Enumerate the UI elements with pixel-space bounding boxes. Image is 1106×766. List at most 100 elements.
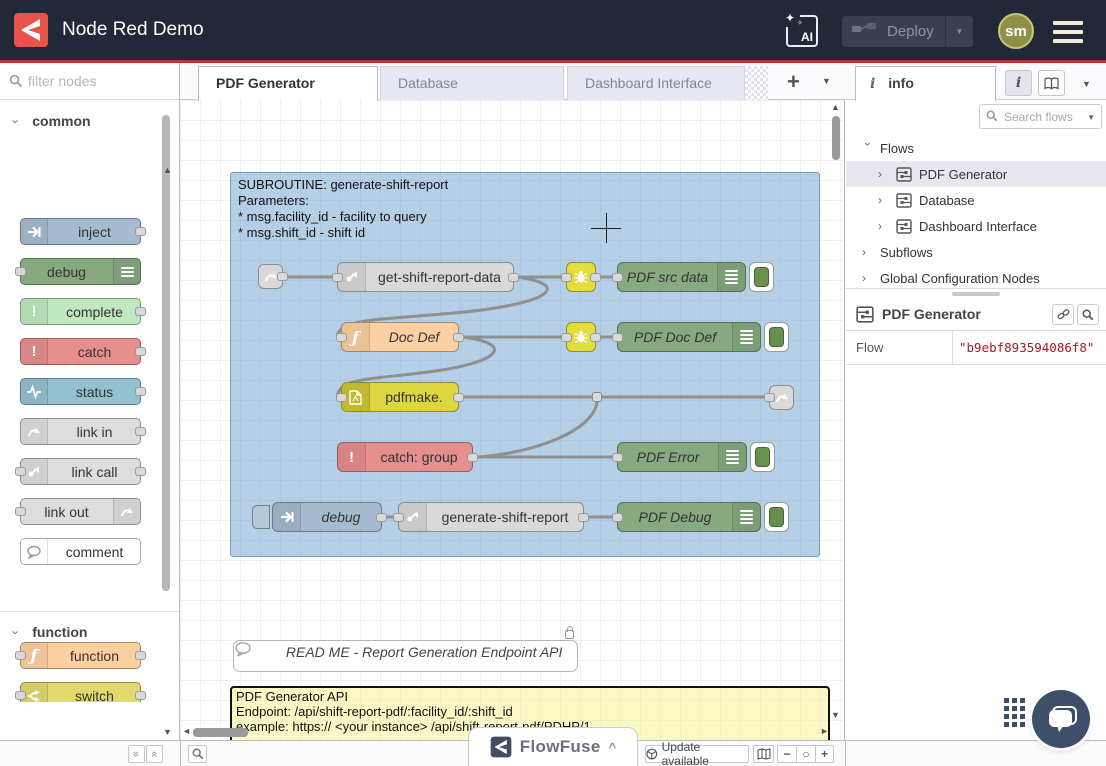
search-flow-button[interactable] bbox=[1077, 304, 1099, 325]
palette-node-inject[interactable]: inject bbox=[20, 218, 141, 245]
palette-node-switch[interactable]: switch bbox=[20, 682, 141, 702]
flow-node-debug-bug-1[interactable] bbox=[566, 262, 596, 292]
search-options-caret[interactable]: ▼ bbox=[1087, 113, 1095, 122]
scroll-down-arrow[interactable]: ▼ bbox=[163, 727, 172, 737]
node-port[interactable] bbox=[453, 393, 464, 402]
info-tab-button[interactable]: i bbox=[1005, 70, 1032, 96]
node-port bbox=[15, 651, 26, 660]
help-tab-button[interactable] bbox=[1038, 70, 1065, 96]
tree-item-flows[interactable]: › Flows bbox=[846, 135, 1106, 161]
tree-item-pdf-generator[interactable]: › PDF Generator bbox=[846, 161, 1106, 187]
node-port[interactable] bbox=[612, 513, 623, 522]
deploy-options-caret[interactable]: ▼ bbox=[945, 16, 973, 47]
property-value-flow-id: "b9ebf893594086f8" bbox=[959, 340, 1094, 355]
flow-canvas[interactable]: SUBROUTINE: generate-shift-report Parame… bbox=[180, 100, 845, 740]
node-port[interactable] bbox=[336, 333, 347, 342]
navigator-button[interactable] bbox=[753, 745, 774, 763]
user-avatar[interactable]: sm bbox=[998, 13, 1034, 49]
filter-nodes-input[interactable] bbox=[0, 63, 179, 99]
tree-item-subflows[interactable]: › Subflows bbox=[846, 239, 1106, 265]
node-port[interactable] bbox=[612, 273, 623, 282]
wire-junction[interactable] bbox=[592, 392, 602, 402]
update-available-button[interactable]: Update available bbox=[645, 745, 749, 763]
search-flows-input[interactable] bbox=[1004, 106, 1084, 127]
add-flow-button[interactable]: + bbox=[787, 69, 800, 95]
flow-node-inject-debug[interactable]: debug bbox=[272, 502, 382, 532]
flow-node-link-out[interactable] bbox=[769, 385, 794, 410]
flow-node-pdf-error[interactable]: PDF Error bbox=[617, 442, 747, 472]
node-port[interactable] bbox=[376, 513, 387, 522]
node-port[interactable] bbox=[612, 453, 623, 462]
wire[interactable] bbox=[479, 402, 597, 457]
sidebar-splitter[interactable] bbox=[846, 288, 1106, 298]
debug-toggle-button[interactable] bbox=[750, 442, 775, 472]
flow-node-pdf-debug[interactable]: PDF Debug bbox=[617, 502, 761, 532]
flow-node-debug-bug-2[interactable] bbox=[566, 322, 596, 352]
flow-node-link-in[interactable] bbox=[258, 264, 283, 289]
node-port[interactable] bbox=[578, 513, 589, 522]
zoom-in-button[interactable]: + bbox=[815, 745, 834, 763]
debug-toggle-button[interactable] bbox=[764, 502, 789, 532]
flow-node-doc-def[interactable]: ƒ Doc Def bbox=[341, 322, 459, 352]
ai-assistant-icon[interactable]: ✦ ✧ AI bbox=[786, 15, 818, 47]
flow-node-get-shift-report-data[interactable]: get-shift-report-data bbox=[337, 262, 514, 292]
tab-database[interactable]: Database bbox=[380, 66, 564, 101]
node-port[interactable] bbox=[612, 333, 623, 342]
node-port[interactable] bbox=[508, 273, 519, 282]
node-port[interactable] bbox=[590, 273, 601, 282]
palette-node-comment[interactable]: comment bbox=[20, 538, 141, 565]
flow-node-catch-group[interactable]: ! catch: group bbox=[337, 442, 473, 472]
palette-node-catch[interactable]: ! catch bbox=[20, 338, 141, 365]
flow-node-pdf-doc-def[interactable]: PDF Doc Def bbox=[617, 322, 761, 352]
palette-scrollbar[interactable] bbox=[162, 115, 170, 591]
palette-category-common[interactable]: › common bbox=[0, 101, 179, 133]
zoom-out-button[interactable]: − bbox=[777, 745, 796, 763]
flow-node-pdf-src-data[interactable]: PDF src data bbox=[617, 262, 746, 292]
tree-item-dashboard-interface[interactable]: › Dashboard Interface bbox=[846, 213, 1106, 239]
scroll-up-arrow[interactable]: ▲ bbox=[163, 165, 172, 175]
flow-node-generate-shift-report[interactable]: generate-shift-report bbox=[398, 502, 584, 532]
node-port[interactable] bbox=[764, 393, 775, 402]
palette-node-link-call[interactable]: link call bbox=[20, 458, 141, 485]
tab-list-caret[interactable]: ▼ bbox=[822, 76, 831, 86]
flow-node-pdfmake[interactable]: pdfmake. bbox=[341, 382, 459, 412]
inject-button[interactable] bbox=[252, 505, 270, 529]
palette-node-function[interactable]: ƒ function bbox=[20, 642, 141, 669]
chat-button[interactable] bbox=[1032, 690, 1090, 748]
debug-toggle-button[interactable] bbox=[749, 262, 774, 292]
sidebar-tab-info[interactable]: i info bbox=[855, 66, 996, 101]
palette-expand-all-button[interactable]: « bbox=[146, 745, 163, 763]
node-port[interactable] bbox=[453, 333, 464, 342]
node-port[interactable] bbox=[590, 333, 601, 342]
node-port[interactable] bbox=[561, 333, 572, 342]
canvas-hscrollbar[interactable] bbox=[193, 728, 248, 737]
palette-node-status[interactable]: status bbox=[20, 378, 141, 405]
node-port[interactable] bbox=[277, 272, 288, 281]
node-port[interactable] bbox=[393, 513, 404, 522]
zoom-reset-button[interactable]: ○ bbox=[796, 745, 815, 763]
flow-node-comment-readme[interactable]: READ ME - Report Generation Endpoint API bbox=[233, 640, 578, 672]
tree-item-database[interactable]: › Database bbox=[846, 187, 1106, 213]
palette-node-link-in[interactable]: link in bbox=[20, 418, 141, 445]
sidebar-options-caret[interactable]: ▼ bbox=[1082, 79, 1091, 89]
node-port[interactable] bbox=[561, 273, 572, 282]
tab-pdf-generator[interactable]: PDF Generator bbox=[198, 66, 378, 101]
node-port[interactable] bbox=[332, 273, 343, 282]
debug-toggle-button[interactable] bbox=[764, 322, 789, 352]
canvas-vscrollbar[interactable] bbox=[832, 116, 840, 160]
tab-dashboard-interface[interactable]: Dashboard Interface bbox=[567, 66, 745, 101]
palette-node-complete[interactable]: ! complete bbox=[20, 298, 141, 325]
main-menu-icon[interactable] bbox=[1053, 21, 1083, 43]
node-port[interactable] bbox=[467, 453, 478, 462]
palette-collapse-all-button[interactable]: « bbox=[128, 745, 145, 763]
node-port[interactable] bbox=[336, 393, 347, 402]
copy-link-button[interactable] bbox=[1052, 304, 1074, 325]
widget-drag-handle[interactable] bbox=[1004, 698, 1025, 729]
palette-category-function[interactable]: › function bbox=[0, 612, 179, 644]
search-canvas-button[interactable] bbox=[188, 745, 207, 763]
flowfuse-panel-button[interactable]: FlowFuse ^ bbox=[468, 727, 638, 766]
deploy-button[interactable]: Deploy ▼ bbox=[842, 16, 973, 47]
palette-node-link-out[interactable]: link out bbox=[20, 498, 141, 525]
link-icon bbox=[775, 391, 789, 405]
palette-node-debug[interactable]: debug bbox=[20, 258, 141, 285]
